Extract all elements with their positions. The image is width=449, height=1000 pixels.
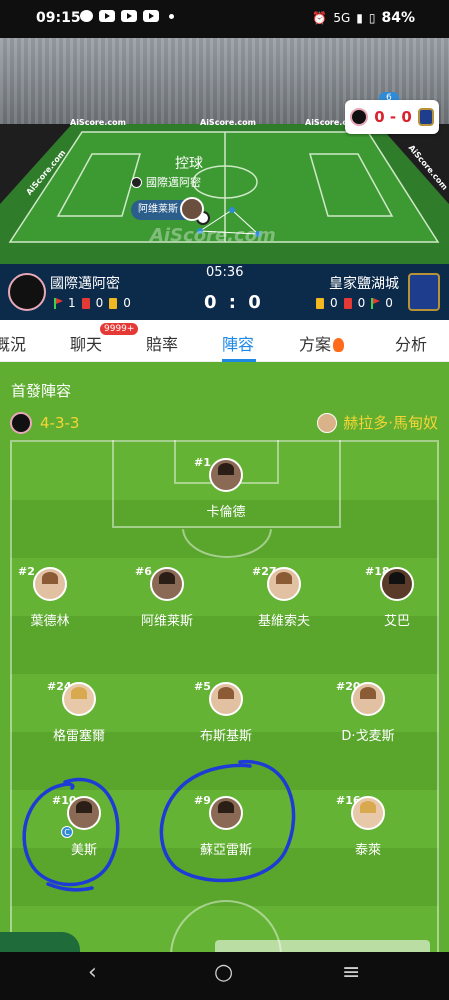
home-stats: 1 0 0 (54, 296, 131, 310)
corner-flag-icon (54, 297, 63, 309)
status-time: 09:15 (36, 10, 81, 26)
match-score: 0 : 0 (204, 292, 264, 313)
match-animation-view[interactable]: AiScore.com AiScore.com AiScore.com AiSc… (0, 38, 449, 264)
yellow-card-icon (316, 297, 324, 309)
home-icon[interactable]: ○ (214, 960, 233, 985)
home-crest-icon (8, 273, 46, 311)
home-corners: 1 (68, 296, 76, 310)
match-clock: 05:36 (206, 265, 244, 280)
youtube-icon (121, 10, 137, 22)
away-corners: 0 (385, 296, 393, 310)
tab-plans-label: 方案 (299, 335, 332, 354)
floating-panel-peek[interactable] (0, 932, 80, 954)
battery-level: 84% (381, 10, 415, 26)
home-yellow-cards: 0 (123, 296, 131, 310)
tab-bar: 概況 聊天 9999+ 賠率 陣容 方案 分析 (0, 320, 449, 362)
away-yellow-cards: 0 (330, 296, 338, 310)
recents-icon[interactable]: ≡ (342, 960, 360, 985)
ad-board-text: AiScore.com (70, 118, 126, 127)
tab-lineup[interactable]: 陣容 (222, 331, 254, 355)
away-red-cards: 0 (357, 296, 366, 310)
away-crest-icon (408, 273, 440, 311)
away-stats: 0 0 0 (316, 296, 393, 310)
tab-plans[interactable]: 方案 (299, 331, 345, 355)
youtube-icon (99, 10, 115, 22)
network-label: 5G (333, 11, 351, 25)
possession-team-name: 國際邁阿密 (146, 176, 201, 189)
status-bar: 09:15 ⏰ 5G ▮ ▯ 84% (0, 0, 449, 38)
fire-icon (333, 338, 345, 352)
home-crest-icon (350, 108, 369, 126)
system-nav-bar: ‹ ○ ≡ (0, 952, 449, 1000)
lineup-panel: 首發陣容 4-3-3 赫拉多·馬甸奴 #1 卡倫德 #2 葉德林 #6 阿维莱斯… (0, 362, 449, 952)
back-icon[interactable]: ‹ (88, 960, 97, 985)
hand-drawn-circles (22, 760, 296, 892)
ad-board-text: AiScore.com (200, 118, 256, 127)
watermark: AiScore.com (150, 225, 276, 246)
system-icons: ⏰ 5G ▮ ▯ 84% (312, 10, 415, 26)
chat-notification-icon (80, 10, 93, 22)
red-card-icon (343, 297, 352, 309)
mini-scoreboard[interactable]: 0 - 0 (345, 100, 439, 134)
notification-icons (80, 10, 174, 22)
tab-overview[interactable]: 概況 (0, 331, 26, 355)
red-card-icon (81, 297, 90, 309)
signal-icon: ▮ (356, 11, 363, 25)
player-bubble-name: 阿维莱斯 (138, 204, 178, 215)
away-crest-icon (417, 108, 434, 126)
tab-odds[interactable]: 賠率 (146, 331, 178, 355)
alarm-icon: ⏰ (312, 11, 328, 25)
team-crest-icon (131, 176, 142, 188)
away-team-name: 皇家鹽湖城 (329, 276, 399, 292)
scoreboard: 國際邁阿密 1 0 0 05:36 0 : 0 皇家鹽湖城 0 0 0 (0, 264, 449, 320)
home-team-name: 國際邁阿密 (50, 276, 120, 292)
yellow-card-icon (109, 297, 118, 309)
home-red-cards: 0 (95, 296, 104, 310)
mini-score: 0 - 0 (374, 108, 412, 126)
more-notifications-icon (169, 13, 174, 19)
player-bubble: 阿维莱斯 (131, 197, 204, 221)
battery-icon: ▯ (368, 11, 376, 25)
tab-chat[interactable]: 聊天 (70, 331, 102, 355)
youtube-icon (143, 10, 159, 22)
chat-count-badge: 9999+ (100, 323, 139, 335)
player-avatar (180, 197, 204, 221)
possession-label: 控球 (175, 156, 203, 172)
corner-flag-icon (371, 297, 381, 309)
possession-team: 國際邁阿密 (131, 174, 201, 190)
tab-analysis[interactable]: 分析 (395, 331, 427, 355)
